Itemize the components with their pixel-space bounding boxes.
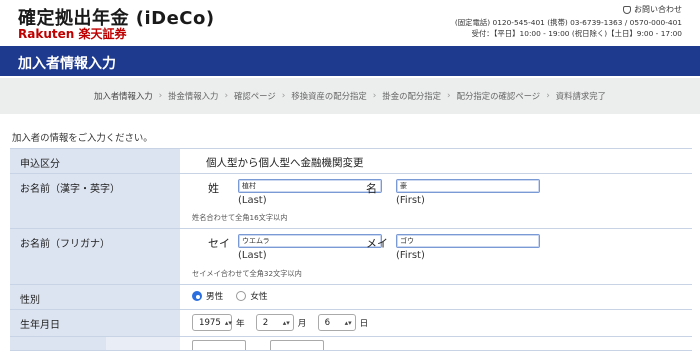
- step-4: 移換資産の配分指定 ›: [291, 90, 376, 102]
- next-row-fields: [180, 337, 692, 350]
- phone-icon: [623, 5, 631, 14]
- chevron-right-icon: ›: [546, 91, 550, 101]
- sex-label: 性別: [10, 285, 180, 309]
- birth-day-select[interactable]: 6 ▴▾: [317, 314, 356, 331]
- sex-option-label: 男性: [206, 292, 224, 302]
- step-label: 掛金の配分指定: [382, 91, 441, 101]
- select-arrows-icon: ▴▾: [344, 318, 352, 327]
- name-hint: 姓名合わせて全角16文字以内: [192, 213, 288, 222]
- birth-month-value: 2: [262, 317, 269, 328]
- select-arrows-icon: ▴▾: [282, 318, 290, 327]
- dob-label: 生年月日: [10, 310, 180, 336]
- first-name-sub: (First): [396, 195, 425, 206]
- sex-option-male[interactable]: 男性: [192, 290, 223, 302]
- select-arrows-icon: ▴▾: [224, 318, 232, 327]
- step-5: 掛金の配分指定 ›: [382, 90, 450, 102]
- last-kana-input[interactable]: ウエムラ: [238, 234, 382, 248]
- year-unit: 年: [236, 318, 245, 329]
- last-kana-sub: (Last): [238, 250, 267, 261]
- step-label: 掛金情報入力: [168, 91, 219, 101]
- form-row-kana: お名前（フリガナ） セイ ウエムラ (Last) メイ ゴウ (First) セ…: [10, 229, 692, 285]
- sex-option-label: 女性: [250, 292, 268, 302]
- applicant-form: 申込区分 個人型から個人型へ金融機関変更 お名前（漢字・英字） 姓 植村 (La…: [10, 148, 692, 351]
- step-label: 確認ページ: [234, 91, 276, 101]
- day-unit: 日: [359, 318, 369, 329]
- sex-option-female[interactable]: 女性: [236, 290, 268, 302]
- last-name-input[interactable]: 植村: [238, 179, 382, 193]
- next-row-input[interactable]: [192, 340, 246, 350]
- form-row-name: お名前（漢字・英字） 姓 植村 (Last) 名 豪 (First) 姓名合わせ…: [10, 174, 692, 229]
- form-row-apply-type: 申込区分 個人型から個人型へ金融機関変更: [10, 149, 692, 174]
- step-3: 確認ページ ›: [234, 90, 285, 102]
- next-row-sublabel: [106, 337, 180, 350]
- step-6: 配分指定の確認ページ ›: [457, 90, 550, 102]
- last-name-label: 姓: [208, 182, 219, 195]
- chevron-right-icon: ›: [281, 91, 286, 101]
- step-2: 掛金情報入力 ›: [168, 90, 228, 102]
- contact-title[interactable]: お問い合わせ: [634, 4, 682, 15]
- lead-text: 加入者の情報をご入力ください。: [12, 133, 153, 144]
- month-unit: 月: [297, 318, 307, 329]
- sex-options: 男性 女性: [180, 285, 692, 309]
- next-row-input[interactable]: [270, 340, 324, 350]
- last-kana-label: セイ: [208, 237, 230, 250]
- step-label: 配分指定の確認ページ: [456, 91, 541, 101]
- form-row-sex: 性別 男性 女性: [10, 285, 692, 310]
- contact-phones: (固定電話) 0120-545-401 (携帯) 03-6739-1363 / …: [454, 17, 682, 27]
- step-label: 加入者情報入力: [93, 91, 153, 101]
- rakuten-logo[interactable]: Rakuten 楽天証券: [18, 25, 126, 42]
- step-7: 資料請求完了: [556, 90, 606, 102]
- kana-fields: セイ ウエムラ (Last) メイ ゴウ (First) セイメイ合わせて全角3…: [180, 229, 692, 284]
- chevron-right-icon: ›: [158, 91, 163, 101]
- chevron-right-icon: ›: [446, 91, 451, 101]
- birth-day-value: 6: [324, 317, 331, 328]
- first-kana-label: メイ: [366, 237, 388, 250]
- chevron-right-icon: ›: [372, 91, 377, 101]
- name-label: お名前（漢字・英字）: [10, 174, 180, 228]
- radio-unchecked-icon[interactable]: [236, 291, 247, 301]
- site-header: 確定拠出年金 (iDeCo) Rakuten 楽天証券 お問い合わせ (固定電話…: [0, 0, 700, 46]
- chevron-right-icon: ›: [224, 91, 229, 101]
- first-name-label: 名: [366, 182, 377, 195]
- first-kana-input[interactable]: ゴウ: [396, 234, 540, 248]
- progress-steps: 加入者情報入力 › 掛金情報入力 › 確認ページ › 移換資産の配分指定 › 掛金の配分…: [0, 78, 700, 114]
- contact-info: お問い合わせ (固定電話) 0120-545-401 (携帯) 03-6739-…: [455, 4, 682, 39]
- birth-year-select[interactable]: 1975 ▴▾: [192, 314, 232, 331]
- step-label: 移換資産の配分指定: [291, 91, 367, 101]
- next-row-label: [10, 337, 106, 350]
- page-title: 加入者情報入力: [0, 46, 700, 76]
- form-row-dob: 生年月日 1975 ▴▾ 年 2 ▴▾ 月 6 ▴▾ 日: [10, 310, 692, 337]
- name-fields: 姓 植村 (Last) 名 豪 (First) 姓名合わせて全角16文字以内: [180, 174, 692, 228]
- kana-label: お名前（フリガナ）: [10, 229, 180, 284]
- birth-year-value: 1975: [199, 317, 221, 328]
- step-1: 加入者情報入力 ›: [94, 90, 162, 102]
- step-label: 資料請求完了: [555, 91, 607, 101]
- apply-type-label: 申込区分: [10, 149, 180, 173]
- birth-month-select[interactable]: 2 ▴▾: [255, 314, 294, 331]
- contact-hours: 受付：【平日】10:00 - 19:00 (祝日除く)【土日】9:00 - 17…: [471, 28, 683, 38]
- apply-type-value: 個人型から個人型へ金融機関変更: [206, 157, 364, 169]
- first-kana-sub: (First): [396, 250, 425, 261]
- last-name-sub: (Last): [238, 195, 267, 206]
- kana-hint: セイメイ合わせて全角32文字以内: [192, 269, 302, 278]
- form-row-next: [10, 337, 692, 351]
- dob-fields: 1975 ▴▾ 年 2 ▴▾ 月 6 ▴▾ 日: [180, 310, 692, 336]
- radio-checked-icon[interactable]: [192, 291, 202, 301]
- first-name-input[interactable]: 豪: [396, 179, 540, 193]
